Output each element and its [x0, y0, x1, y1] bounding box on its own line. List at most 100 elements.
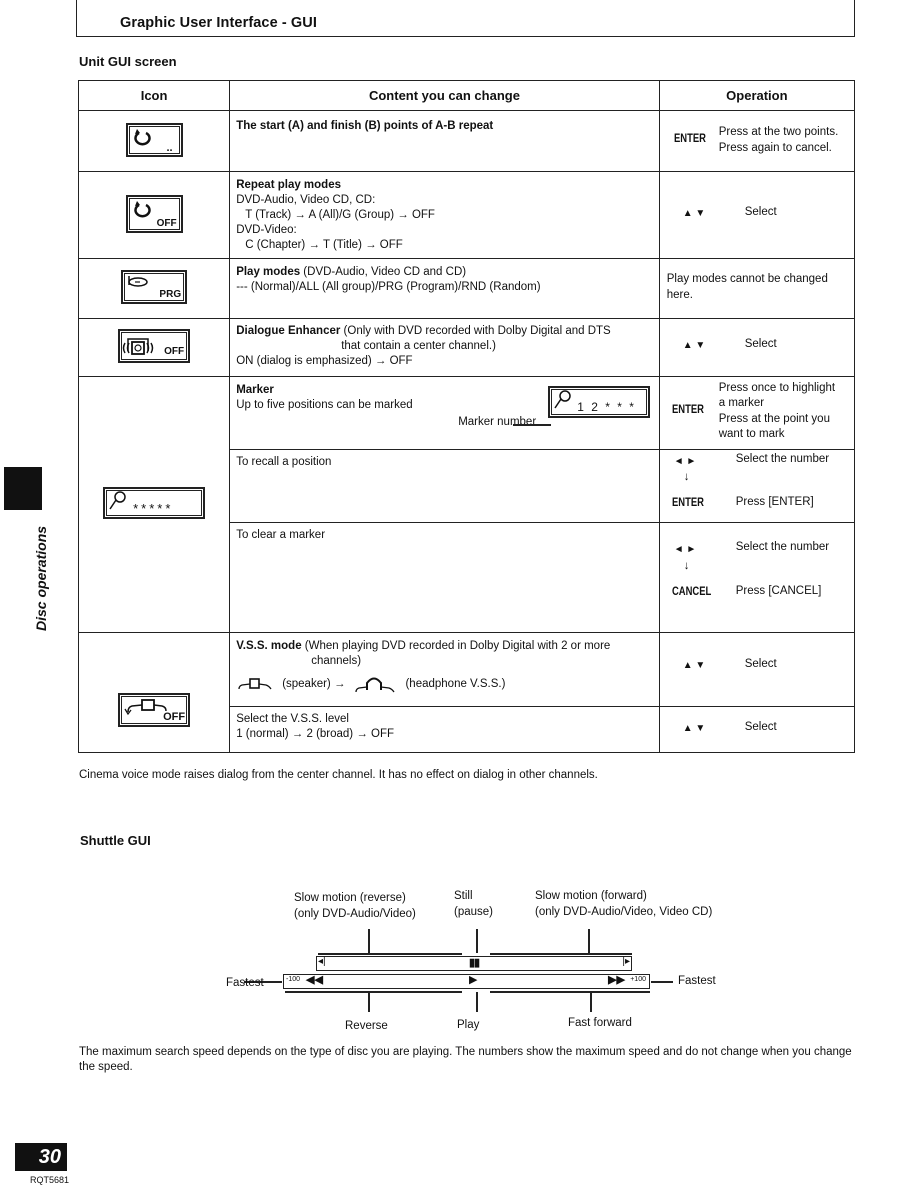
content-cell: Select the V.S.S. level 1 (normal) → 2 (… — [229, 706, 660, 753]
slow-forward-label: Slow motion (forward) (only DVD-Audio/Vi… — [535, 888, 712, 920]
operation-text: Select the number — [735, 541, 830, 553]
table-row: ***** Marker Up to five positions can be… — [77, 376, 856, 633]
leader-line — [476, 992, 478, 1012]
content-cell: Repeat play modes DVD-Audio, Video CD, C… — [229, 171, 660, 259]
ab-repeat-icon: .. — [125, 122, 183, 157]
icon-cell: OFF — [77, 318, 231, 377]
content-title: Dialogue Enhancer — [236, 325, 341, 337]
operation-text: Play modes cannot be changed here. — [666, 273, 828, 301]
reverse-label: Reverse — [345, 1020, 388, 1032]
content-title: Play modes — [236, 266, 301, 278]
content-cell: The start (A) and finish (B) points of A… — [229, 110, 660, 172]
leader-line — [590, 992, 592, 1012]
operation-cell: ▲ ▼ Select — [658, 318, 856, 377]
callout-line — [513, 424, 552, 426]
icon-off-label: OFF — [164, 346, 185, 357]
icon-cell: .. — [77, 110, 231, 172]
marker-callout-icon: 1 2 * * * — [548, 386, 651, 418]
content-line: that contain a center channel.) — [341, 340, 496, 352]
content-cell: To recall a position — [229, 449, 660, 523]
content-title: The start (A) and finish (B) points of A… — [236, 120, 494, 132]
content-line: T (Track) → A (All)/G (Group) → OFF — [245, 209, 435, 221]
content-line: 1 (normal) → 2 (broad) → OFF — [236, 728, 395, 740]
leader-line — [368, 992, 370, 1012]
operation-text: Select — [744, 721, 777, 733]
slow-motion-bar[interactable]: ◂| ▮▮ |▸ — [316, 956, 632, 971]
play-icon: ▶ — [469, 974, 478, 986]
operation-cell: ▲ ▼ Select — [658, 706, 856, 753]
enter-key-label: ENTER — [673, 133, 706, 145]
content-line: ON (dialog is emphasized) → OFF — [236, 355, 413, 367]
marker-icon: ***** — [103, 487, 206, 519]
content-cell: To clear a marker — [229, 522, 660, 633]
fast-reverse-icon: ◀◀ — [306, 974, 323, 986]
content-line: DVD-Audio, Video CD, CD: — [236, 194, 376, 206]
operation-cell: ▲ ▼ Select — [658, 632, 856, 707]
bracket-line — [490, 991, 650, 993]
marker-number-callout-label: Marker number — [458, 416, 537, 428]
repeat-arrow-icon — [133, 128, 151, 145]
operation-text: Press at the two points. — [718, 126, 839, 138]
content-title-suffix: (DVD-Audio, Video CD and CD) — [300, 266, 467, 278]
content-line: DVD-Video: — [236, 224, 297, 236]
icon-cell: PRG — [77, 258, 231, 319]
content-line: --- (Normal)/ALL (All group)/PRG (Progra… — [236, 281, 541, 293]
slow-reverse-label-line: (only DVD-Audio/Video) — [294, 908, 416, 920]
unit-gui-table: Icon Content you can change Operation ..… — [77, 80, 856, 753]
down-arrow-icon: ↓ — [683, 471, 690, 483]
operation-text: Select — [744, 206, 777, 218]
operation-text: Press again to cancel. — [718, 142, 832, 154]
content-title-suffix: (Only with DVD recorded with Dolby Digit… — [340, 325, 611, 337]
up-down-arrows-icon: ▲ ▼ — [682, 723, 706, 734]
operation-cell: ▲ ▼ Select — [658, 171, 856, 259]
section-tab-marker — [4, 467, 42, 510]
fast-forward-icon: ▶▶ — [608, 974, 625, 986]
still-label: Still (pause) — [454, 888, 493, 920]
operation-text: Select — [744, 658, 777, 670]
leader-line — [476, 929, 478, 953]
shuttle-gui-section-title: Shuttle GUI — [80, 833, 151, 848]
page-number: 30 — [15, 1143, 67, 1171]
marker-slots-label: ***** — [133, 501, 174, 516]
fast-forward-label: Fast forward — [568, 1017, 632, 1029]
slow-forward-label-line: Slow motion (forward) — [535, 890, 647, 902]
leader-line — [368, 929, 370, 953]
side-tab-label: Disc operations — [33, 525, 49, 631]
operation-text: Select — [744, 338, 777, 350]
fastest-left-label: Fastest — [226, 977, 264, 989]
slow-reverse-icon: ◂| — [318, 956, 326, 967]
operation-text: want to mark — [718, 428, 785, 440]
bracket-line — [490, 953, 632, 955]
table-header-row: Icon Content you can change Operation — [77, 80, 856, 111]
slow-reverse-label: Slow motion (reverse) (only DVD-Audio/Vi… — [294, 890, 416, 922]
table-row: PRG Play modes (DVD-Audio, Video CD and … — [77, 258, 856, 319]
pause-icon: ▮▮ — [469, 957, 480, 969]
play-label: Play — [457, 1019, 480, 1031]
table-row: .. The start (A) and finish (B) points o… — [77, 110, 856, 172]
vss-icon: OFF — [118, 692, 191, 727]
speaker-mode-icon — [238, 678, 272, 690]
content-title: V.S.S. mode — [236, 640, 302, 652]
up-down-arrows-icon: ▲ ▼ — [682, 660, 706, 671]
content-cell: Marker Up to five positions can be marke… — [229, 376, 660, 450]
table-row: OFF Dialogue Enhancer (Only with DVD rec… — [77, 318, 856, 377]
page-title: Graphic User Interface - GUI — [120, 15, 317, 31]
headphone-label: (headphone V.S.S.) — [405, 677, 506, 690]
icon-cell: OFF — [77, 171, 231, 259]
content-line: To recall a position — [236, 456, 332, 468]
content-cell: V.S.S. mode (When playing DVD recorded i… — [229, 632, 660, 707]
cancel-key-label: CANCEL — [671, 586, 712, 598]
play-mode-icon: PRG — [121, 270, 188, 304]
content-cell: Dialogue Enhancer (Only with DVD recorde… — [229, 318, 660, 377]
up-down-arrows-icon: ▲ ▼ — [682, 340, 706, 351]
enter-key-label: ENTER — [671, 404, 704, 416]
operation-text: Press once to highlight — [718, 382, 836, 394]
headphone-mode-icon — [355, 677, 396, 693]
icon-off-label: OFF — [156, 217, 177, 229]
icon-cell: ***** — [77, 376, 231, 633]
operation-cell: ENTER Press at the two points. Press aga… — [658, 110, 856, 172]
search-speed-bar[interactable]: -100 ◀◀ ▶ ▶▶ +100 — [283, 974, 650, 989]
operation-text: Press [ENTER] — [735, 496, 814, 508]
column-header-operation: Operation — [658, 80, 856, 111]
icon-prg-label: PRG — [159, 289, 182, 300]
